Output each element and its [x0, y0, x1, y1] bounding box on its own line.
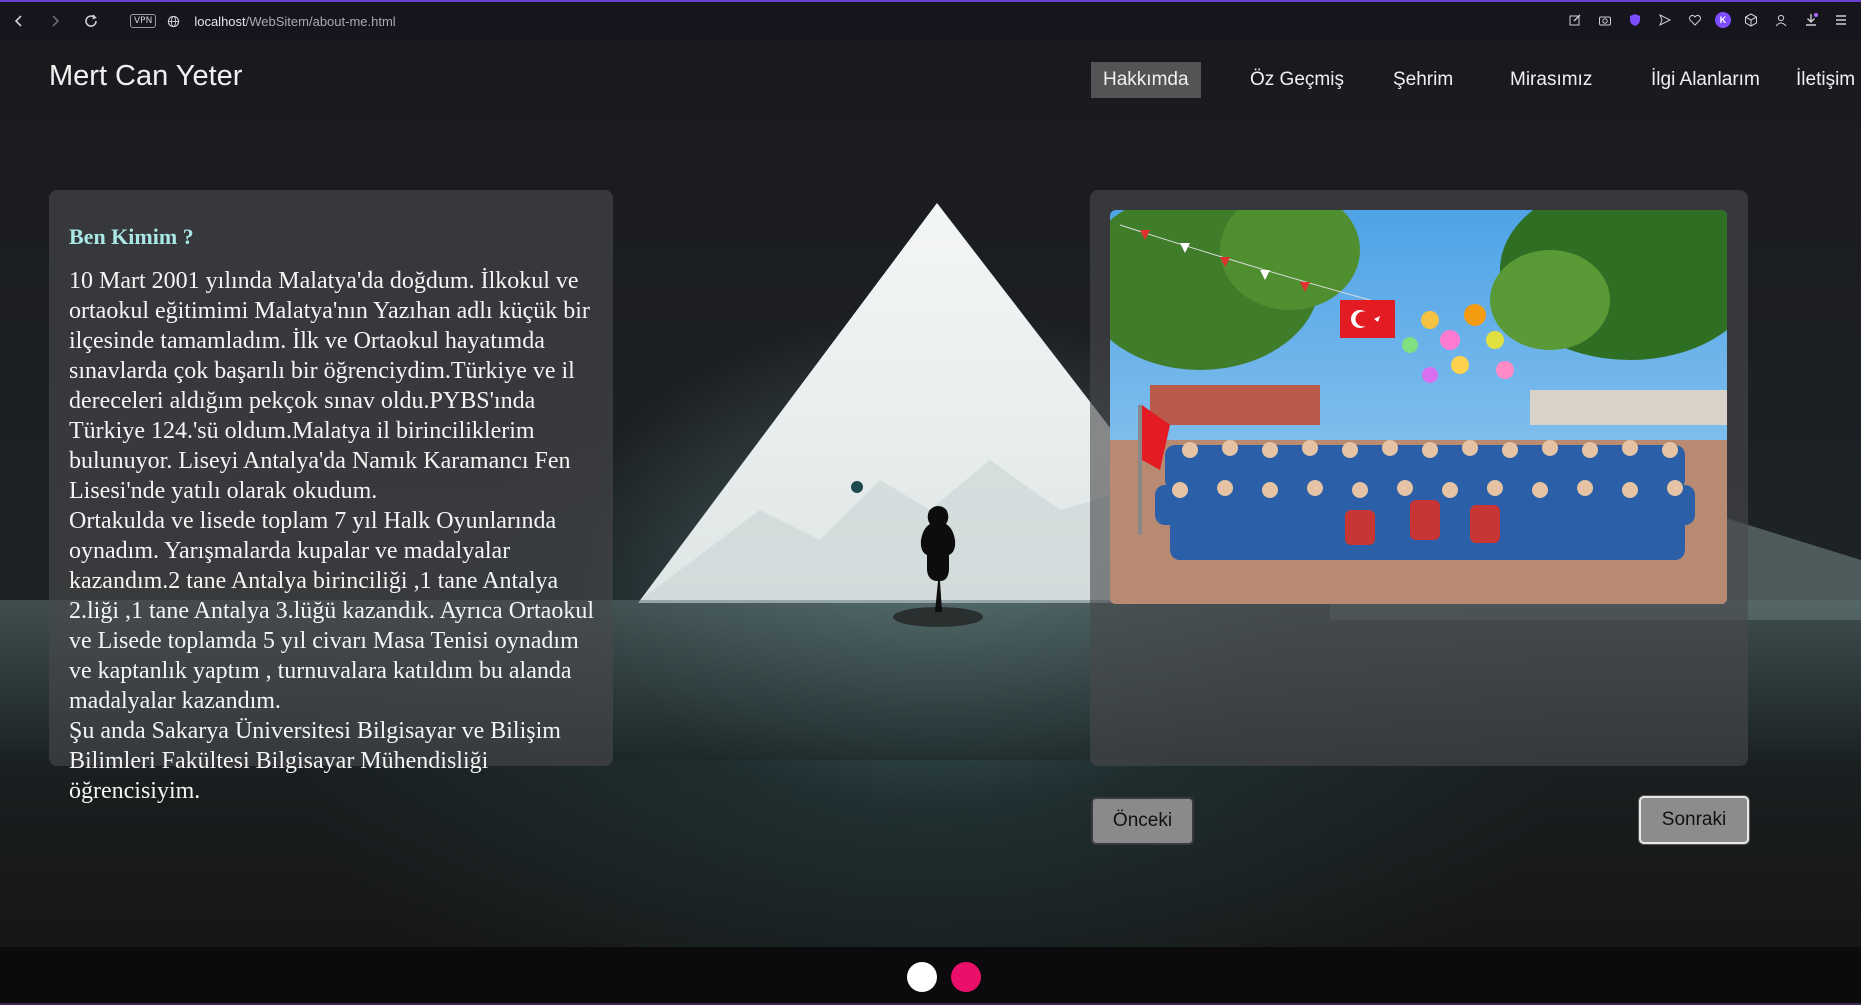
browser-toolbar: VPN localhost/WebSitem/about-me.html K [0, 0, 1861, 40]
vpn-badge[interactable]: VPN [130, 14, 157, 28]
nav-item-iletisim[interactable]: İletişim [1784, 62, 1861, 98]
footer [0, 947, 1861, 1005]
nav-item-ilgi-alanlarim[interactable]: İlgi Alanlarım [1639, 62, 1772, 98]
slide-indicator-dot-2[interactable] [951, 962, 981, 992]
nav-item-sehrim[interactable]: Şehrim [1381, 62, 1465, 98]
back-arrow-icon[interactable] [8, 10, 30, 32]
camera-icon[interactable] [1595, 10, 1615, 30]
site-title[interactable]: Mert Can Yeter [49, 60, 242, 93]
nav-item-oz-gecmis[interactable]: Öz Geçmiş [1238, 62, 1356, 98]
globe-icon [162, 10, 184, 32]
heart-icon[interactable] [1685, 10, 1705, 30]
user-icon[interactable] [1771, 10, 1791, 30]
reload-icon[interactable] [80, 10, 102, 32]
edit-icon[interactable] [1565, 10, 1585, 30]
url-path: /WebSitem/about-me.html [245, 13, 396, 29]
send-icon[interactable] [1655, 10, 1675, 30]
download-icon[interactable] [1801, 10, 1821, 30]
nav-item-hakkimda[interactable]: Hakkımda [1091, 62, 1201, 98]
about-text: 10 Mart 2001 yılında Malatya'da doğdum. … [69, 268, 594, 804]
orb-shape [851, 481, 863, 493]
shield-icon[interactable] [1625, 10, 1645, 30]
menu-icon[interactable] [1831, 10, 1851, 30]
browser-extensions: K [1565, 10, 1851, 30]
browser-nav-buttons [8, 10, 102, 32]
previous-button[interactable]: Önceki [1091, 797, 1194, 845]
page-viewport: Mert Can Yeter Hakkımda Öz Geçmiş Şehrim… [0, 40, 1861, 947]
cube-icon[interactable] [1741, 10, 1761, 30]
profile-avatar[interactable]: K [1715, 12, 1731, 28]
main-nav: Hakkımda Öz Geçmiş Şehrim Mirasımız İlgi… [961, 62, 1861, 100]
nav-item-mirasimiz[interactable]: Mirasımız [1498, 62, 1604, 98]
address-bar[interactable]: localhost/WebSitem/about-me.html [194, 14, 395, 29]
folk-dance-team-photo [1110, 210, 1727, 604]
url-host: localhost [194, 13, 246, 29]
forward-arrow-icon[interactable] [44, 10, 66, 32]
next-button[interactable]: Sonraki [1639, 796, 1749, 844]
about-title: Ben Kimim ? [69, 224, 194, 249]
slide-indicator-dot-1[interactable] [907, 962, 937, 992]
